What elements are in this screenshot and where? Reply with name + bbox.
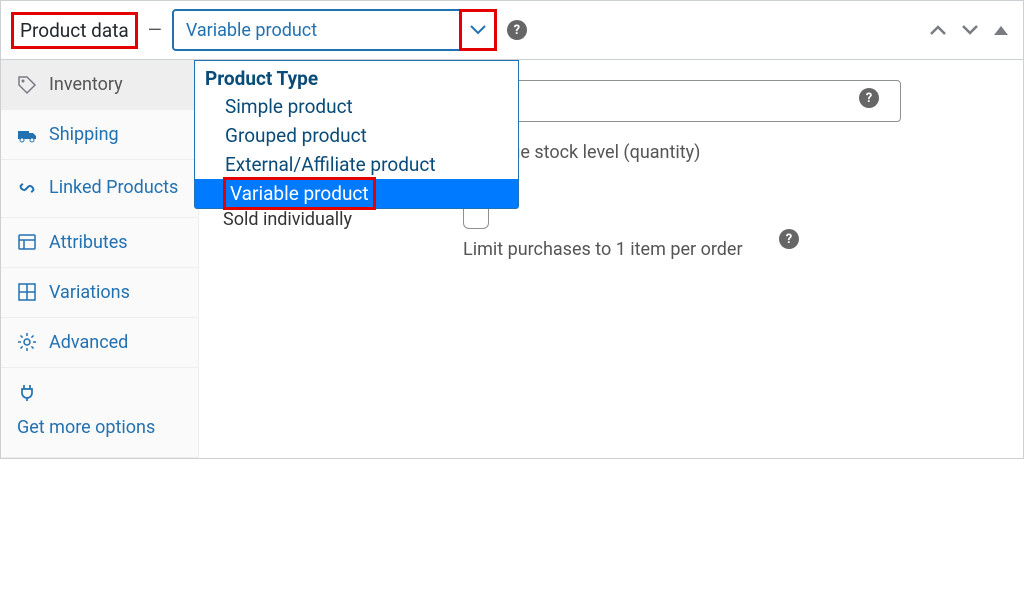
product-type-select[interactable]: Variable product bbox=[172, 9, 497, 51]
dash-separator: — bbox=[148, 20, 162, 41]
product-type-dropdown: Product Type Simple product Grouped prod… bbox=[194, 60, 519, 209]
sidebar-item-label: Attributes bbox=[49, 232, 128, 253]
manage-stock-description: Manage stock level (quantity) bbox=[465, 142, 999, 163]
chevron-highlight-box bbox=[459, 9, 497, 51]
sidebar-item-variations[interactable]: Variations bbox=[1, 268, 198, 318]
help-icon-sku[interactable]: ? bbox=[859, 88, 879, 108]
sidebar-item-attributes[interactable]: Attributes bbox=[1, 218, 198, 268]
dropdown-option-grouped[interactable]: Grouped product bbox=[195, 121, 518, 150]
list-icon bbox=[17, 232, 37, 252]
product-data-sidebar: Inventory Shipping Linked Products Attri… bbox=[1, 60, 199, 458]
gear-icon bbox=[17, 332, 37, 352]
sidebar-item-label: Shipping bbox=[49, 124, 119, 145]
sidebar-item-label: Get more options bbox=[17, 414, 155, 443]
sku-input[interactable] bbox=[501, 80, 901, 122]
sidebar-item-linked-products[interactable]: Linked Products bbox=[1, 160, 198, 218]
sidebar-item-label: Variations bbox=[49, 282, 130, 303]
sold-individually-row: Sold individually Limit purchases to 1 i… bbox=[223, 203, 999, 260]
sidebar-item-inventory[interactable]: Inventory bbox=[1, 60, 198, 110]
sidebar-item-label: Advanced bbox=[49, 332, 128, 353]
chevron-down-icon bbox=[470, 25, 486, 35]
panel-move-down-icon[interactable] bbox=[961, 24, 979, 36]
link-icon bbox=[17, 178, 37, 198]
dropdown-option-variable[interactable]: Variable product Variable product bbox=[195, 179, 518, 208]
plug-icon bbox=[17, 382, 37, 402]
panel-header-controls bbox=[929, 24, 1009, 36]
sidebar-item-get-more[interactable]: Get more options bbox=[1, 368, 198, 458]
help-icon-sold-individually[interactable]: ? bbox=[779, 229, 799, 249]
grid-icon bbox=[17, 282, 37, 302]
dropdown-selected-highlight: Variable product bbox=[223, 177, 376, 210]
dropdown-group-label: Product Type bbox=[195, 61, 518, 92]
panel-collapse-icon[interactable] bbox=[993, 24, 1009, 36]
page-title: Product data bbox=[11, 12, 138, 49]
sidebar-item-label: Inventory bbox=[49, 74, 123, 95]
truck-icon bbox=[17, 125, 37, 145]
dropdown-option-external[interactable]: External/Affiliate product bbox=[195, 150, 518, 179]
sidebar-item-label: Linked Products bbox=[49, 174, 178, 203]
help-icon-product-type[interactable]: ? bbox=[507, 20, 527, 40]
tag-icon bbox=[17, 75, 37, 95]
sidebar-item-advanced[interactable]: Advanced bbox=[1, 318, 198, 368]
product-type-selected-value: Variable product bbox=[186, 20, 317, 41]
panel-move-up-icon[interactable] bbox=[929, 24, 947, 36]
dropdown-option-simple[interactable]: Simple product bbox=[195, 92, 518, 121]
sold-individually-description: Limit purchases to 1 item per order bbox=[463, 239, 743, 260]
product-data-header: Product data — Variable product ? bbox=[1, 1, 1023, 60]
sidebar-item-shipping[interactable]: Shipping bbox=[1, 110, 198, 160]
